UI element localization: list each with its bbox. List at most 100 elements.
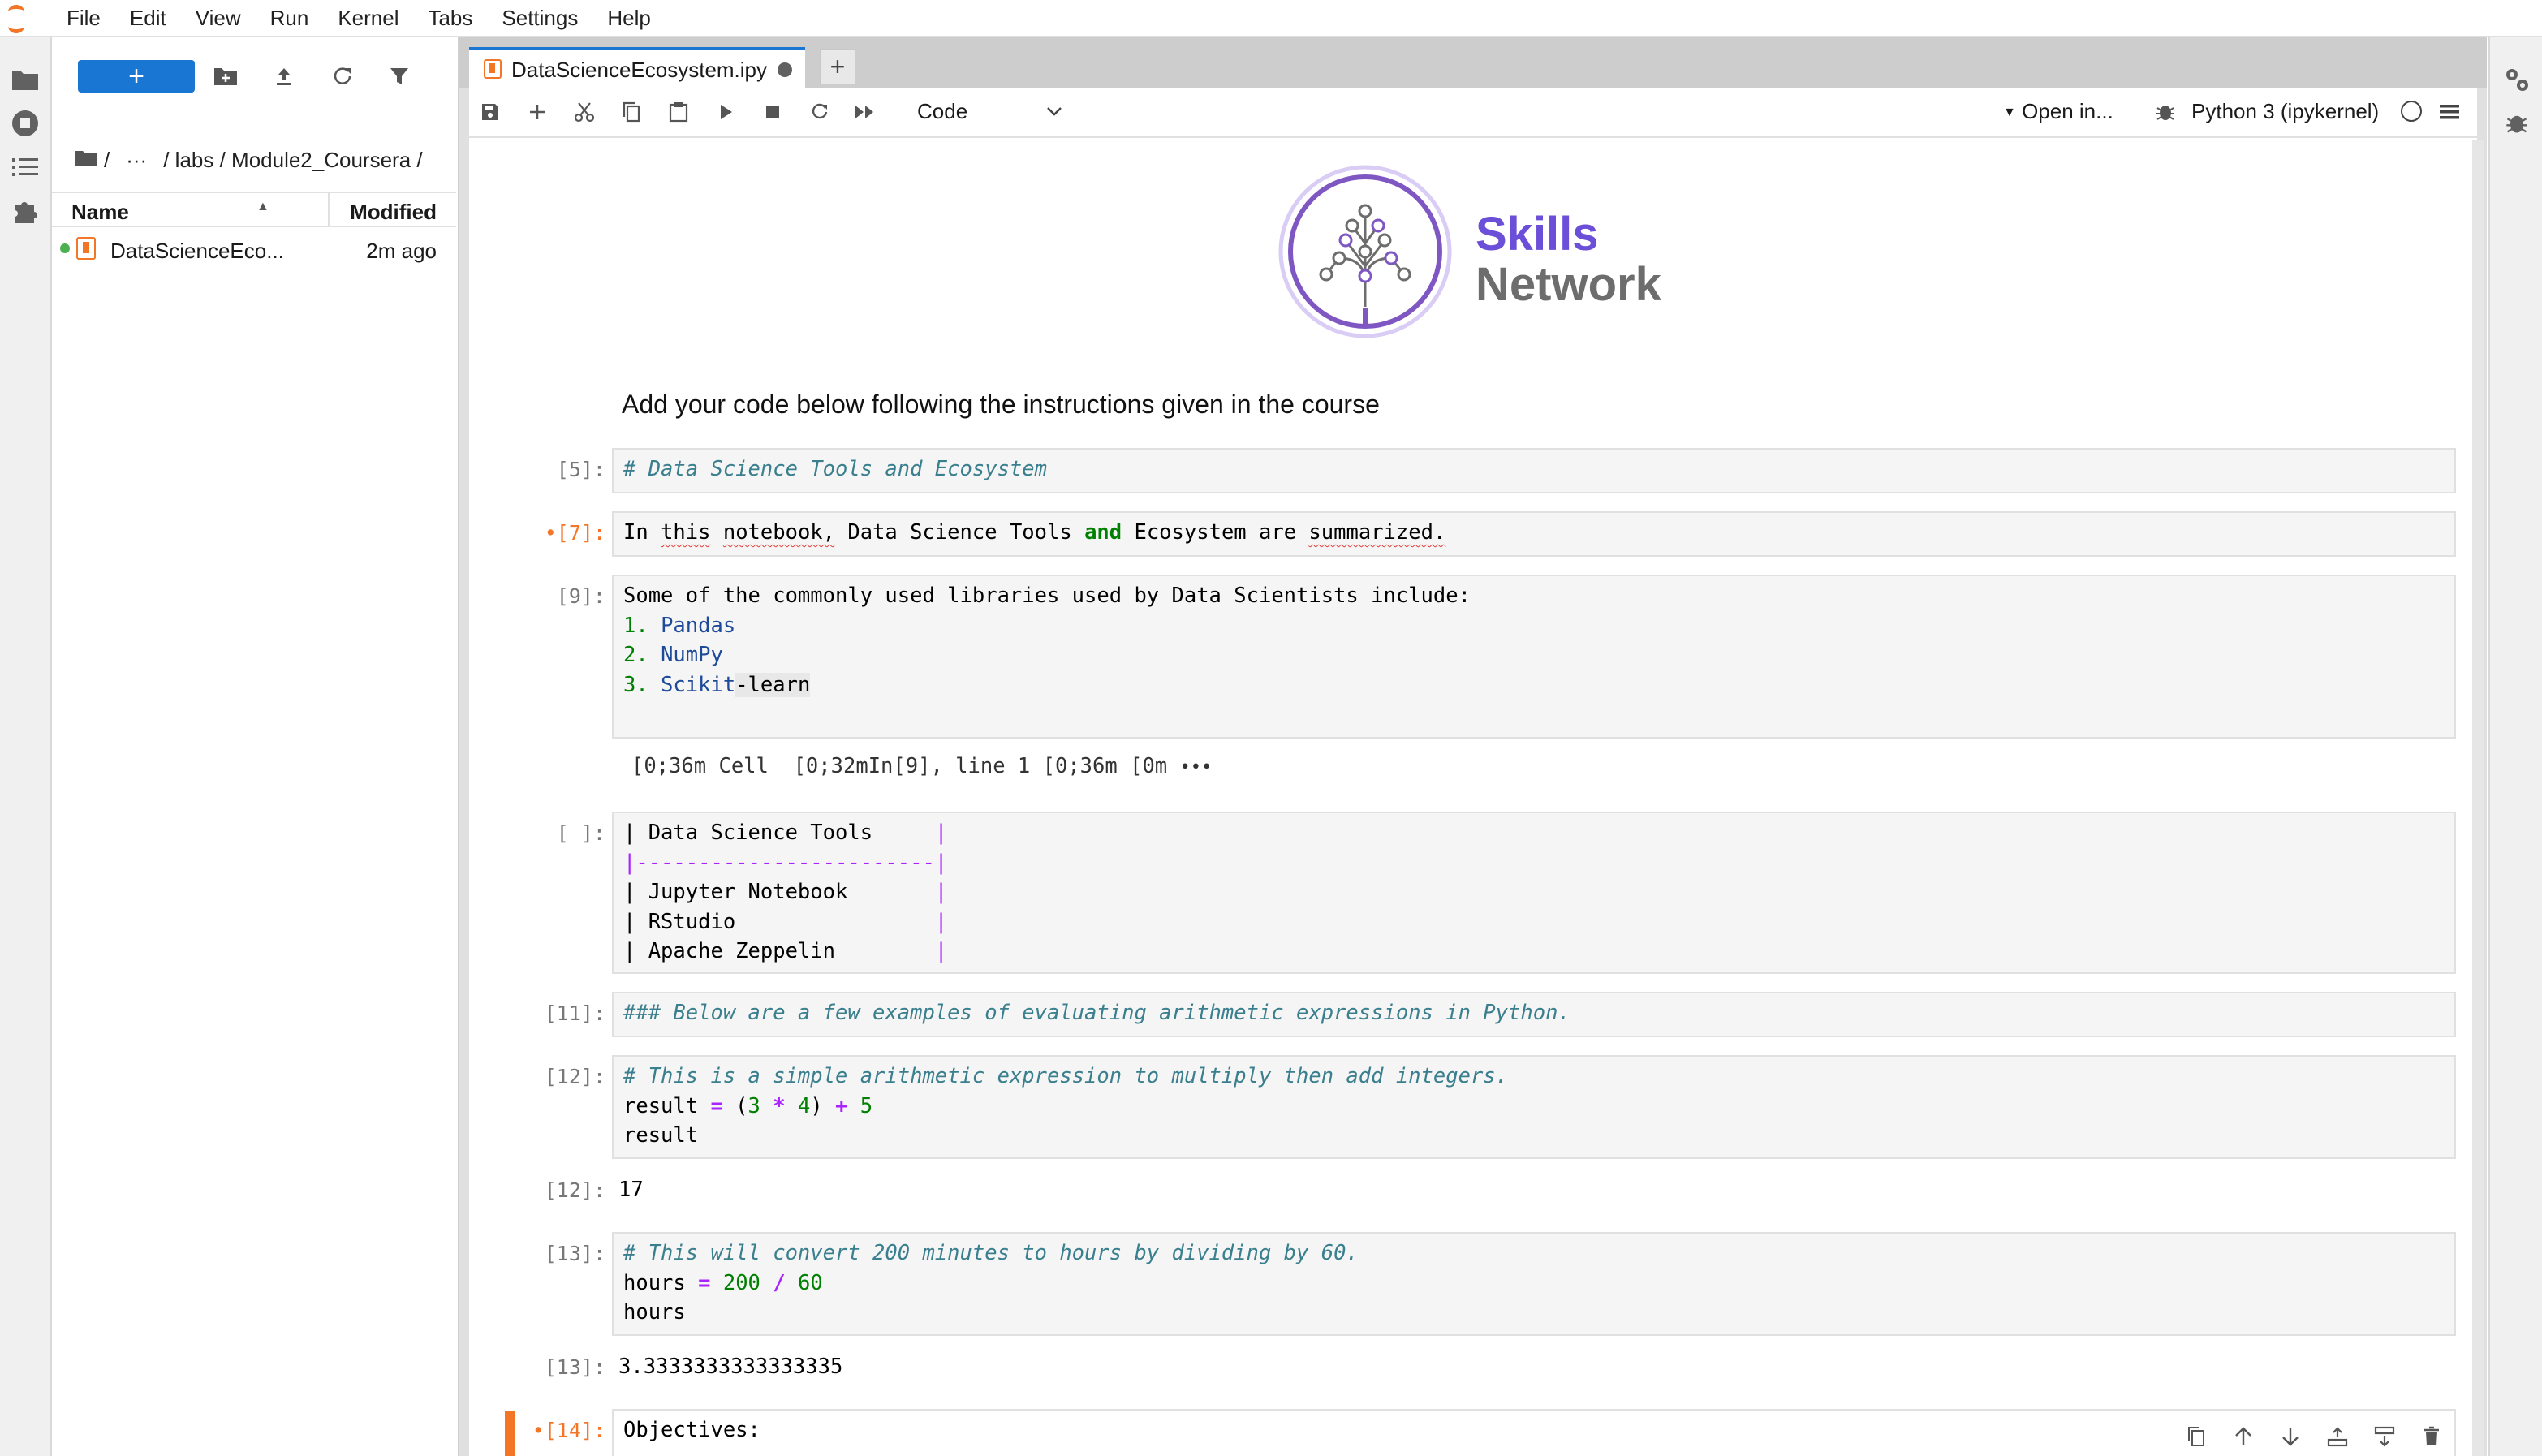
code-text: result (623, 1123, 699, 1148)
save-icon[interactable] (472, 94, 508, 130)
run-cell-icon[interactable] (708, 94, 743, 130)
duplicate-cell-icon[interactable] (2178, 1419, 2214, 1454)
caret-down-icon: ▼ (2003, 106, 2016, 120)
code-cell-input[interactable]: # Data Science Tools and Ecosystem (612, 448, 2456, 493)
unsaved-indicator-icon[interactable] (778, 62, 792, 77)
restart-kernel-icon[interactable] (802, 94, 838, 130)
code-operator: / (773, 1270, 786, 1295)
new-launcher-button[interactable]: + (78, 60, 195, 93)
interrupt-kernel-icon[interactable] (755, 94, 791, 130)
new-folder-icon[interactable] (208, 58, 243, 94)
upload-icon[interactable] (266, 58, 302, 94)
menu-view[interactable]: View (196, 6, 241, 31)
list-text: Pandas (661, 613, 736, 638)
skills-network-logo (1276, 162, 1487, 341)
logo-word-network: Network (1476, 258, 1661, 311)
kernel-name[interactable]: Python 3 (ipykernel) (2191, 99, 2379, 124)
file-modified: 2m ago (366, 239, 437, 263)
copy-icon[interactable] (614, 94, 649, 130)
error-output[interactable]: [0;36m Cell [0;32mIn[9], line 1 [0;36m [… (631, 752, 1212, 782)
restart-run-all-icon[interactable] (847, 94, 883, 130)
menu-edit[interactable]: Edit (130, 6, 166, 31)
menu-icon[interactable] (2432, 94, 2467, 130)
move-down-icon[interactable] (2273, 1419, 2308, 1454)
column-divider[interactable] (328, 193, 330, 226)
code-text: Objectives: (623, 1418, 760, 1442)
code-operator: + (835, 1093, 848, 1118)
code-number: 5 (860, 1093, 873, 1118)
file-list-header: Name ▲ Modified (52, 192, 456, 227)
code-operator: = (710, 1093, 723, 1118)
debugger-panel-icon[interactable] (2490, 99, 2542, 148)
code-text: result (623, 1093, 711, 1118)
cut-icon[interactable] (567, 94, 602, 130)
code-text: Data Science Tools (835, 520, 1085, 545)
file-row[interactable]: DataScienceEco... 2m ago (52, 232, 456, 268)
notebook-scrollbar[interactable] (2472, 140, 2484, 1456)
code-cell-input[interactable]: | Data Science Tools | |----------------… (612, 812, 2456, 974)
menu-run[interactable]: Run (270, 6, 309, 31)
breadcrumb-ellipsis[interactable]: ··· (126, 148, 147, 173)
code-number: 4 (797, 1093, 811, 1118)
file-browser-toolbar: + (52, 37, 458, 112)
home-folder-icon[interactable] (75, 148, 97, 173)
paste-icon[interactable] (661, 94, 696, 130)
list-number: 1. (623, 613, 648, 638)
code-cell-input[interactable]: # This will convert 200 minutes to hours… (612, 1232, 2456, 1336)
spellcheck-word: summarized. (1308, 520, 1446, 545)
tab-notebook[interactable]: DataScienceEcosystem.ipy (469, 47, 805, 88)
table-of-contents-icon[interactable] (0, 143, 50, 192)
more-icon[interactable]: ••• (1180, 757, 1213, 778)
code-text: hours (623, 1300, 686, 1325)
breadcrumb-path[interactable]: / labs / Module2_Coursera / (163, 148, 422, 173)
running-kernels-icon[interactable] (0, 99, 50, 148)
table-line: | Data Science Tools (623, 821, 935, 845)
folder-icon[interactable] (0, 55, 50, 104)
spellcheck-word: this (661, 520, 711, 545)
delete-cell-icon[interactable] (2414, 1419, 2449, 1454)
code-text: In (623, 520, 661, 545)
menu-settings[interactable]: Settings (502, 6, 578, 31)
debugger-icon[interactable] (2148, 94, 2183, 130)
menu-file[interactable]: File (67, 6, 101, 31)
cell-prompt: [13]: (544, 1242, 605, 1265)
name-column-header[interactable]: Name (71, 200, 129, 225)
filter-icon[interactable] (381, 58, 417, 94)
extension-manager-icon[interactable] (0, 187, 50, 235)
code-cell-input[interactable]: Some of the commonly used libraries used… (612, 575, 2456, 739)
property-inspector-icon[interactable] (2490, 55, 2542, 104)
cell-prompt: [9]: (556, 584, 605, 608)
move-up-icon[interactable] (2225, 1419, 2261, 1454)
code-comment: # Data Science Tools and Ecosystem (623, 457, 1047, 481)
code-operator: = (698, 1270, 711, 1295)
code-cell-input[interactable]: ### Below are a few examples of evaluati… (612, 992, 2456, 1037)
code-cell-input[interactable]: # This is a simple arithmetic expression… (612, 1055, 2456, 1159)
menu-help[interactable]: Help (607, 6, 650, 31)
sort-ascending-icon: ▲ (256, 200, 269, 213)
cell-prompt: [11]: (544, 1002, 605, 1025)
insert-cell-icon[interactable] (519, 94, 555, 130)
output-prompt: [13]: (544, 1355, 605, 1379)
code-text: ) (810, 1093, 836, 1118)
cell-type-value: Code (917, 99, 968, 123)
new-tab-button[interactable]: + (820, 49, 855, 84)
code-text: Some of the commonly used libraries used… (623, 584, 1471, 608)
cell-prompt: [12]: (544, 1065, 605, 1088)
menu-kernel[interactable]: Kernel (338, 6, 399, 31)
error-text: [0;36m Cell [0;32mIn[9], line 1 [0;36m [… (631, 754, 1168, 778)
open-in-button[interactable]: ▼ Open in... (2003, 99, 2113, 124)
file-browser-panel: + / ··· / labs / Module2_Coursera / Name… (52, 37, 459, 1456)
cell-prompt-dirty: •[14]: (532, 1419, 605, 1442)
menu-tabs[interactable]: Tabs (428, 6, 472, 31)
refresh-icon[interactable] (325, 58, 360, 94)
modified-column-header[interactable]: Modified (350, 200, 437, 225)
insert-above-icon[interactable] (2320, 1419, 2355, 1454)
notebook-file-icon (76, 237, 96, 260)
code-cell-input[interactable]: In this notebook, Data Science Tools and… (612, 511, 2456, 557)
cell-type-dropdown[interactable]: Code (917, 99, 1063, 127)
logo-word-skills: Skills (1476, 208, 1599, 261)
table-line: | Jupyter Notebook (623, 880, 935, 904)
breadcrumb-root[interactable]: / (104, 148, 110, 173)
insert-below-icon[interactable] (2367, 1419, 2402, 1454)
